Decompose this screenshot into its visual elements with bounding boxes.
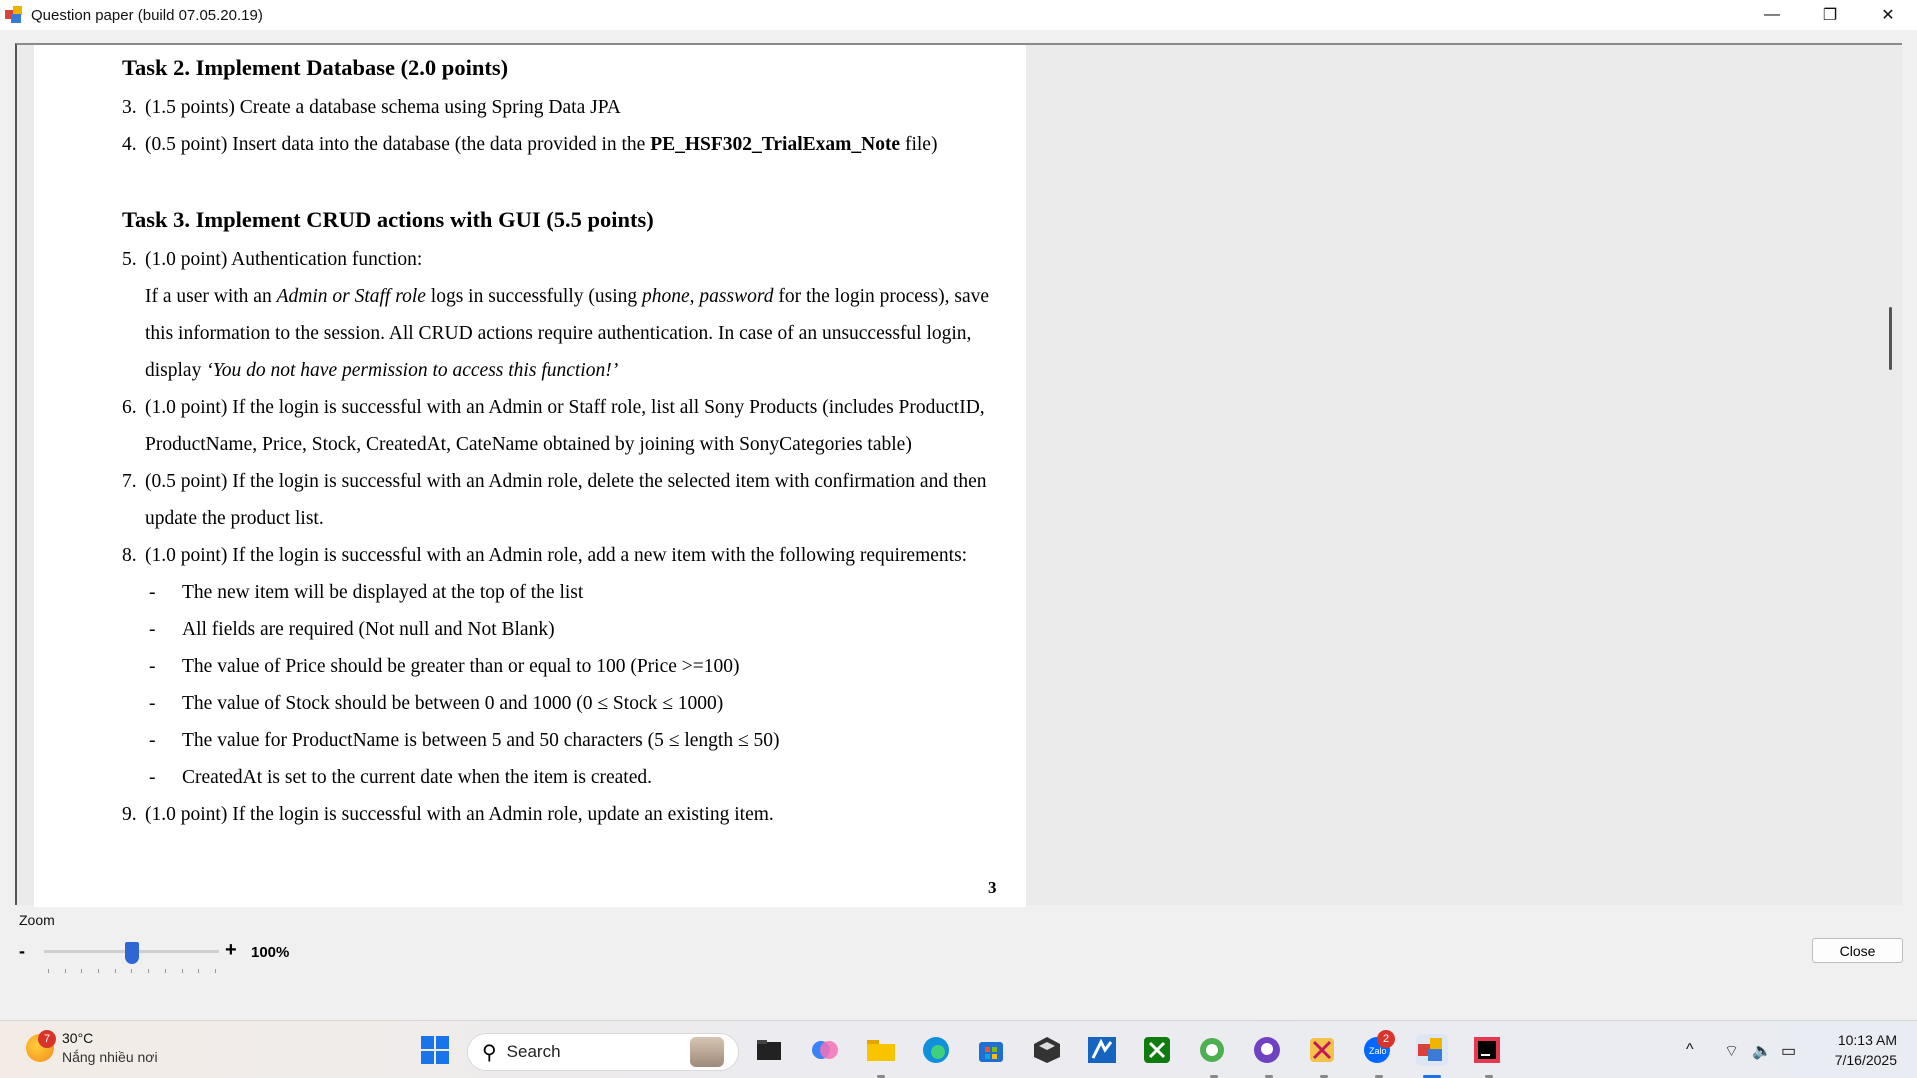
zoom-in-button[interactable]: + — [225, 939, 237, 962]
app-logo-icon — [5, 6, 23, 24]
weather-widget[interactable]: 7 30°C Nắng nhiều nơi — [26, 1029, 158, 1067]
document-page: Task 2. Implement Database (2.0 points) … — [34, 45, 1026, 907]
zoom-value: 100% — [251, 944, 290, 961]
github-desktop-icon[interactable] — [1251, 1034, 1283, 1066]
paragraph-line: this information to the session. All CRU… — [145, 323, 972, 344]
weather-sun-icon: 7 — [26, 1030, 56, 1062]
search-input[interactable]: Search — [507, 1042, 561, 1062]
page-number: 3 — [988, 878, 997, 897]
close-window-button[interactable]: ✕ — [1859, 0, 1917, 30]
volume-icon[interactable]: 🔈 — [1752, 1041, 1772, 1061]
paragraph-line: ProductName, Price, Stock, CreatedAt, Ca… — [145, 434, 912, 455]
minimize-icon: — — [1764, 6, 1780, 23]
window-title: Question paper (build 07.05.20.19) — [31, 6, 263, 24]
taskbar: 7 30°C Nắng nhiều nơi ⚲ Search Zalo 2 ^ … — [0, 1020, 1917, 1078]
minimize-button[interactable]: — — [1743, 0, 1801, 30]
azure-data-studio-icon[interactable] — [1086, 1034, 1118, 1066]
zoom-slider-thumb[interactable] — [124, 942, 139, 964]
paragraph-line: If a user with an Admin or Staff role lo… — [145, 286, 990, 307]
paragraph-line: update the product list. — [145, 508, 324, 529]
weather-description: Nắng nhiều nơi — [62, 1049, 158, 1065]
taskbar-clock[interactable]: 10:13 AM 7/16/2025 — [1835, 1030, 1897, 1070]
unity-icon[interactable] — [1031, 1034, 1063, 1066]
paragraph-line: display ‘You do not have permission to a… — [145, 360, 619, 381]
store-icon[interactable] — [975, 1034, 1007, 1066]
task2-heading: Task 2. Implement Database (2.0 points) — [122, 55, 509, 80]
clock-date: 7/16/2025 — [1834, 1052, 1897, 1068]
search-highlight-icon — [690, 1037, 724, 1067]
start-icon[interactable] — [419, 1034, 451, 1066]
restore-icon: ❐ — [1822, 7, 1838, 24]
edge-icon[interactable] — [920, 1034, 952, 1066]
battery-icon[interactable]: ▭ — [1781, 1041, 1796, 1061]
weather-temperature: 30°C — [62, 1030, 94, 1046]
weather-badge: 7 — [38, 1030, 56, 1048]
search-icon: ⚲ — [482, 1041, 497, 1064]
taskbar-search[interactable]: ⚲ Search — [467, 1033, 739, 1071]
copilot-icon[interactable] — [809, 1034, 841, 1066]
close-icon: ✕ — [1881, 7, 1895, 24]
document-viewer[interactable]: Task 2. Implement Database (2.0 points) … — [15, 43, 1902, 907]
file-explorer-icon[interactable] — [865, 1034, 897, 1066]
xbox-icon[interactable] — [1141, 1034, 1173, 1066]
zoom-label: Zoom — [19, 912, 55, 928]
clock-time: 10:13 AM — [1837, 1032, 1897, 1048]
wifi-icon[interactable]: ⌔ — [1724, 1041, 1739, 1061]
question-paper-app-icon[interactable] — [1416, 1034, 1448, 1066]
vertical-scrollbar[interactable] — [1889, 307, 1892, 370]
restore-button[interactable]: ❐ — [1801, 0, 1859, 30]
task3-heading: Task 3. Implement CRUD actions with GUI … — [122, 207, 654, 232]
intellij-icon[interactable] — [1471, 1034, 1503, 1066]
zalo-badge: 2 — [1377, 1030, 1395, 1048]
zoom-slider-ticks — [48, 969, 216, 973]
title-bar: Question paper (build 07.05.20.19) — ❐ ✕ — [0, 0, 1917, 30]
file-manager-icon[interactable] — [753, 1034, 785, 1066]
browser-icon[interactable] — [1196, 1034, 1228, 1066]
chevron-up-icon[interactable]: ^ — [1686, 1041, 1694, 1059]
zoom-out-button[interactable]: - — [19, 941, 25, 962]
close-button[interactable]: Close — [1812, 938, 1903, 963]
snipping-tool-icon[interactable] — [1306, 1034, 1338, 1066]
